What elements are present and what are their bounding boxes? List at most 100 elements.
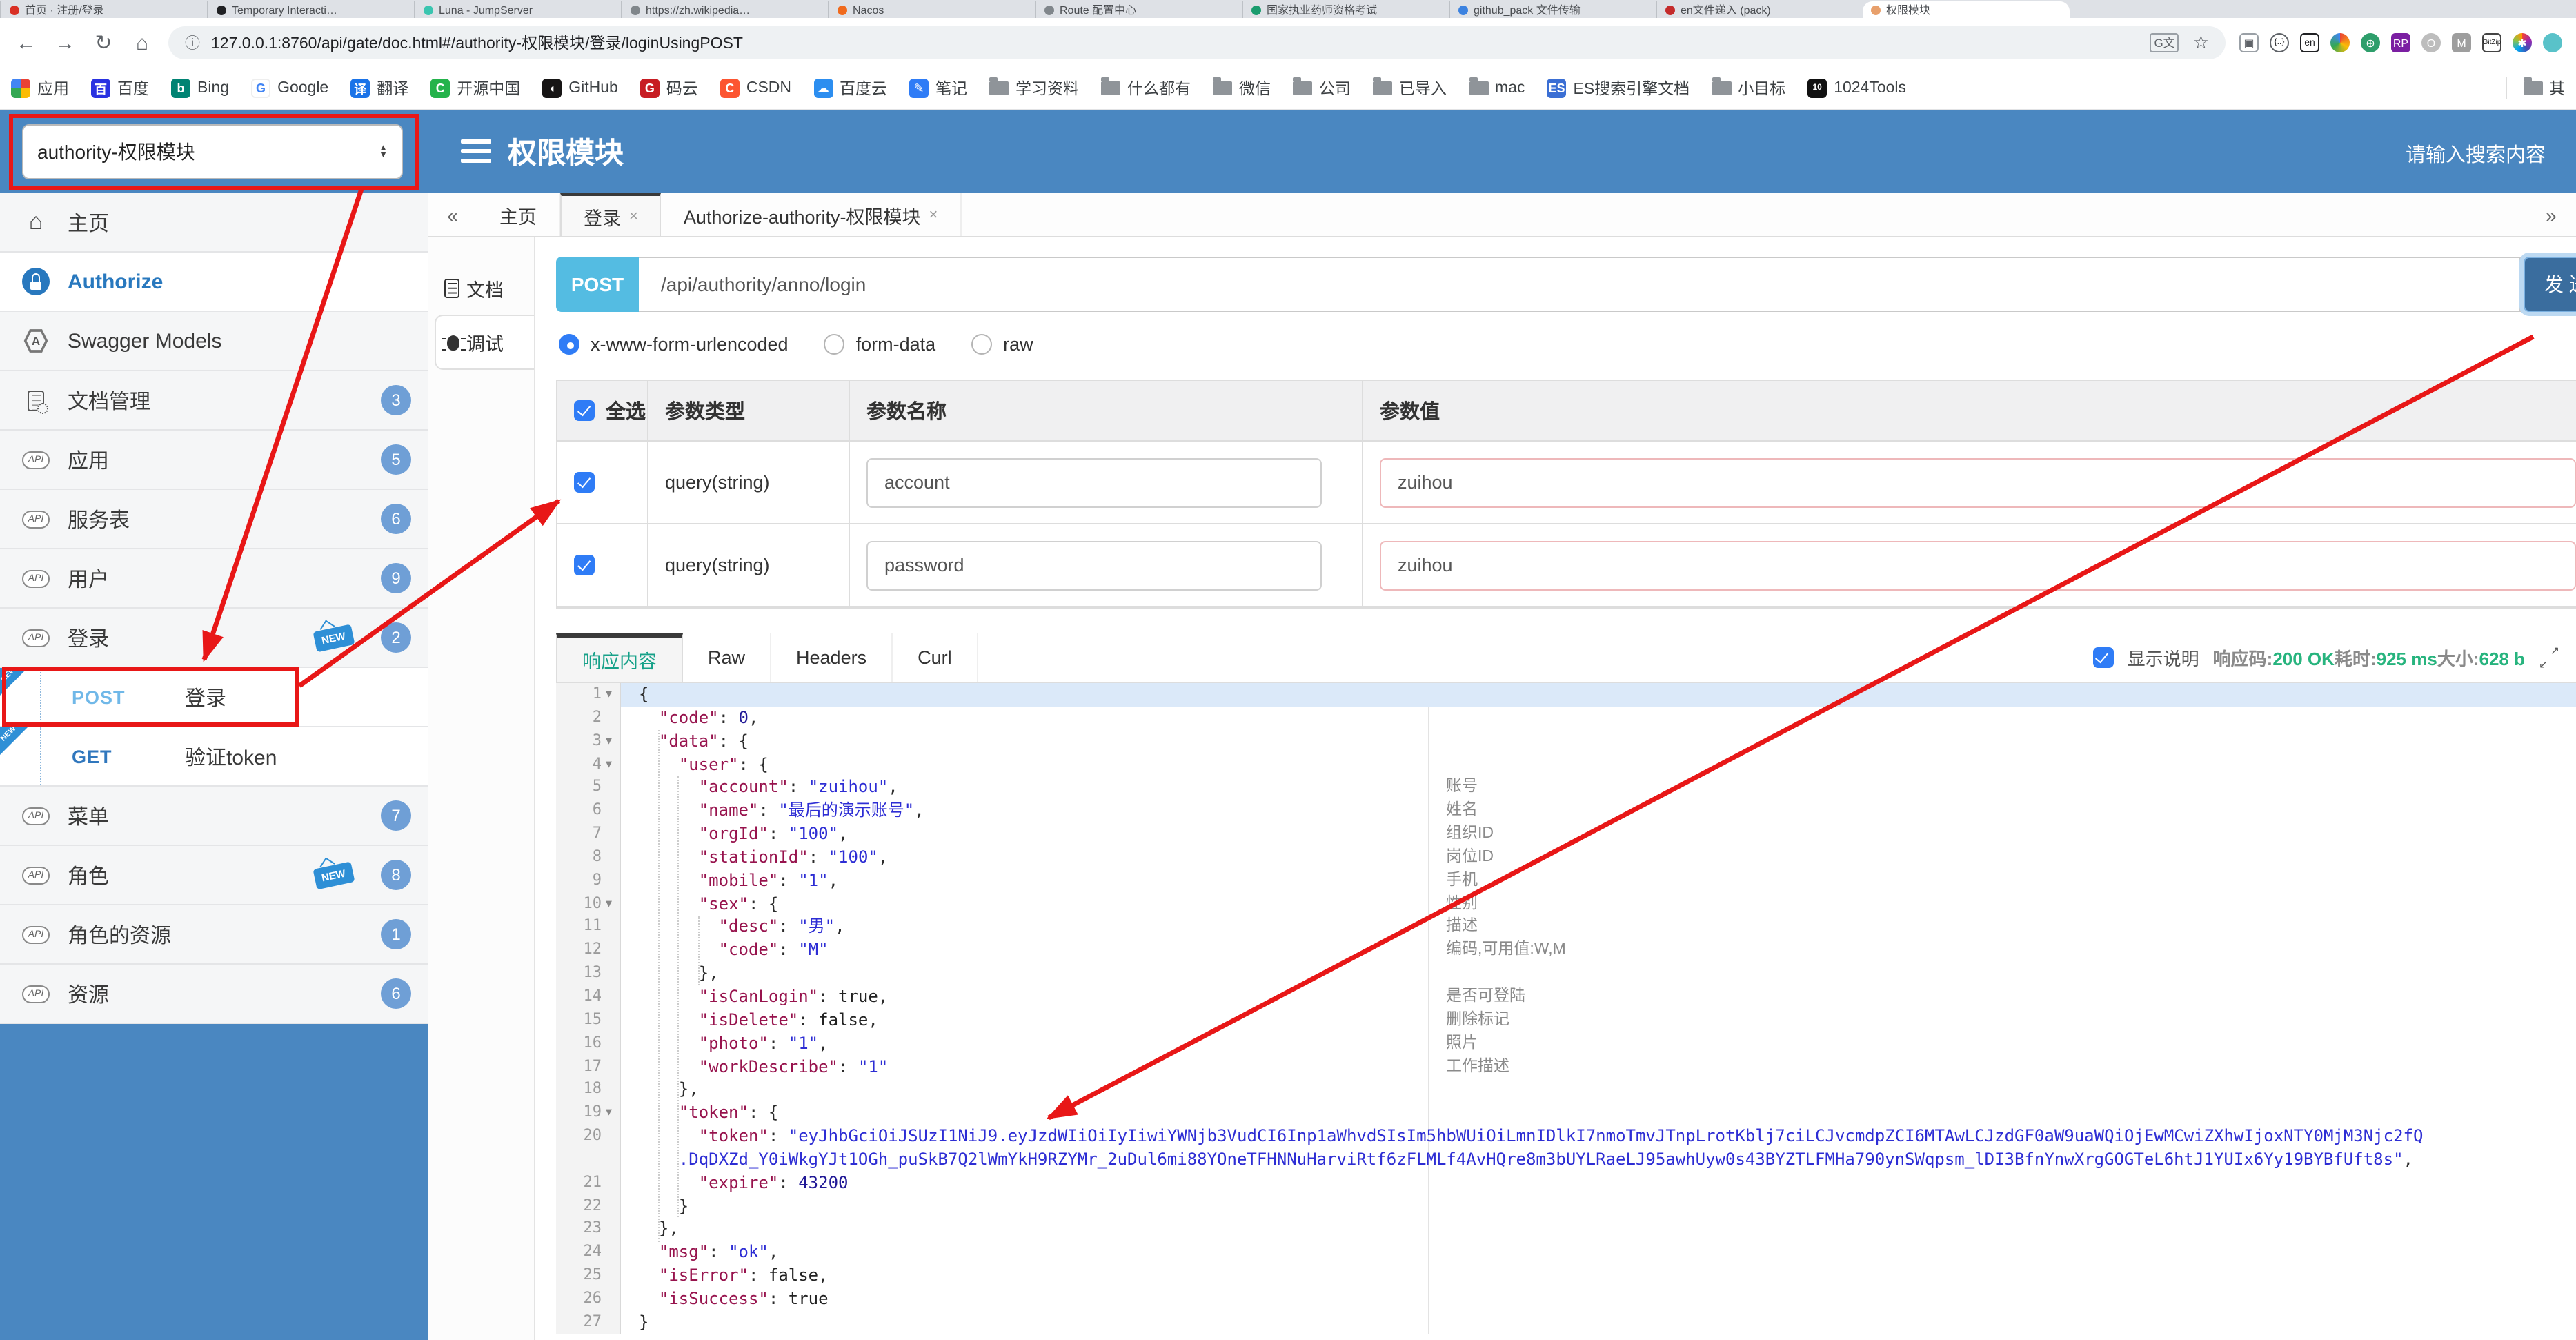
body-type-radio-raw[interactable] (971, 334, 993, 355)
param-name-input[interactable]: password (866, 540, 1322, 590)
bookmark-item[interactable]: 学习资料 (989, 77, 1079, 99)
select-all-checkbox[interactable] (574, 400, 595, 421)
expand-icon[interactable]: ↗ ↙ (2539, 644, 2559, 671)
extension-icon[interactable]: ✱ (2513, 33, 2532, 52)
sidebar-item-post-登录[interactable]: NEW POST 登录 (0, 666, 428, 727)
module-select[interactable]: authority-权限模块 ▲ ▼ (22, 124, 403, 179)
back-icon[interactable]: ← (14, 31, 39, 55)
extension-icon[interactable]: O (2421, 33, 2441, 52)
bookmark-item[interactable]: mac (1469, 77, 1525, 97)
workspace-tab-主页[interactable]: 主页 (477, 193, 560, 236)
body-type-radio-x-www-form-urlencoded[interactable] (559, 334, 579, 355)
param-checkbox[interactable] (574, 472, 595, 493)
sidebar-item-主页[interactable]: ⌂ 主页 (0, 193, 428, 253)
bookmark-item[interactable]: 10 1024Tools (1807, 79, 1906, 98)
page-info-icon[interactable]: ⓘ (185, 32, 200, 54)
response-tab-Headers[interactable]: Headers (771, 633, 893, 682)
sidebar-item-Authorize[interactable]: Authorize (0, 253, 428, 312)
bookmark-item[interactable]: 微信 (1213, 77, 1271, 99)
other-bookmarks[interactable]: 其 (2505, 77, 2565, 99)
browser-tab[interactable]: Route 配置中心 (1035, 1, 1242, 18)
sidebar-item-角色的资源[interactable]: API 角色的资源 1 (0, 905, 428, 965)
show-desc-checkbox[interactable] (2092, 647, 2114, 668)
close-tab-icon[interactable]: × (629, 208, 638, 224)
workspace-tab-Authorize-authority-权限模块[interactable]: Authorize-authority-权限模块 × (662, 193, 962, 236)
doc-sidebar-tab-文档[interactable]: 文档 (428, 262, 534, 315)
browser-tab[interactable]: en文件递入 (pack) (1656, 1, 1863, 18)
bookmark-star-icon[interactable]: ☆ (2193, 32, 2209, 54)
home-icon[interactable]: ⌂ (130, 31, 155, 55)
bookmark-item[interactable]: 百百度 (91, 77, 149, 99)
translate-icon[interactable]: G文 (2150, 33, 2179, 52)
workspace-tab-登录[interactable]: 登录 × (560, 193, 662, 236)
header-search-input[interactable]: 请输入搜索内容 (2406, 139, 2546, 168)
bookmark-item[interactable]: ES ES搜索引擎文档 (1547, 77, 1690, 99)
sidebar-item-菜单[interactable]: API 菜单 7 (0, 787, 428, 846)
fold-arrow-icon[interactable]: ▼ (606, 892, 612, 916)
browser-tab[interactable]: Temporary Interacti… (207, 1, 414, 18)
response-tab-Curl[interactable]: Curl (893, 633, 978, 682)
send-button[interactable]: 发送 (2524, 257, 2576, 312)
bookmark-item[interactable]: 译翻译 (350, 77, 408, 99)
fold-arrow-icon[interactable]: ▼ (606, 1101, 612, 1125)
bookmark-item[interactable]: G 码云 (640, 77, 698, 99)
sidebar-item-应用[interactable]: API 应用 5 (0, 431, 428, 490)
response-tab-Raw[interactable]: Raw (683, 633, 772, 682)
extension-icon[interactable]: ▣ (2239, 33, 2259, 52)
forward-icon[interactable]: → (52, 31, 77, 55)
sidebar-item-服务表[interactable]: API 服务表 6 (0, 490, 428, 549)
param-value-input[interactable]: zuihou (1380, 540, 2576, 590)
sidebar-item-Swagger Models[interactable]: Swagger Models (0, 312, 428, 371)
browser-tab[interactable]: 权限模块 (1863, 1, 2070, 18)
bookmark-item[interactable]: ✎ 笔记 (909, 77, 967, 99)
bookmark-item[interactable]: 什么都有 (1101, 77, 1191, 99)
param-name-input[interactable]: account (866, 457, 1322, 507)
gitzip-extension-icon[interactable]: GitZip (2482, 33, 2501, 52)
param-value-input[interactable]: zuihou (1380, 457, 2576, 507)
request-url-input[interactable]: /api/authority/anno/login (639, 257, 2521, 312)
profile-avatar[interactable] (2543, 33, 2562, 52)
bookmark-item[interactable]: 公司 (1293, 77, 1351, 99)
response-tab-响应内容[interactable]: 响应内容 (556, 633, 683, 682)
doc-sidebar-tab-调试[interactable]: 调试 (435, 315, 534, 370)
browser-tab[interactable]: 首页 · 注册/登录 (0, 1, 207, 18)
fold-arrow-icon[interactable]: ▼ (606, 683, 612, 707)
extension-icon[interactable]: RP (2391, 33, 2410, 52)
sidebar-item-get-验证token[interactable]: NEW GET 验证token (0, 725, 428, 787)
fold-arrow-icon[interactable]: ▼ (606, 753, 612, 776)
code-line: 14 "isCanLogin": true, 是否可登陆 (556, 985, 2576, 1009)
bookmark-item[interactable]: 应用 (11, 77, 69, 99)
sidebar-item-文档管理[interactable]: 文档管理 3 (0, 371, 428, 431)
extension-icon[interactable] (2330, 33, 2350, 52)
browser-tab[interactable]: https://zh.wikipedia… (621, 1, 828, 18)
extension-icon[interactable]: en (2300, 33, 2319, 52)
browser-tab[interactable]: Nacos (828, 1, 1035, 18)
bookmark-item[interactable]: G Google (251, 79, 328, 98)
extension-icon[interactable]: ⊕ (2361, 33, 2380, 52)
bookmark-item[interactable]: ☁ 百度云 (813, 77, 887, 99)
bookmark-item[interactable]: C 开源中国 (430, 77, 520, 99)
body-type-radio-form-data[interactable] (824, 334, 845, 355)
bookmark-item[interactable]: C CSDN (720, 79, 791, 98)
close-tab-icon[interactable]: × (929, 206, 938, 223)
sidebar-item-角色[interactable]: API 角色 NEW 8 (0, 846, 428, 905)
menu-toggle-icon[interactable] (461, 134, 491, 168)
sidebar-item-资源[interactable]: API 资源 6 (0, 965, 428, 1024)
bookmark-item[interactable]: 已导入 (1373, 77, 1447, 99)
bookmark-item[interactable]: b Bing (171, 79, 229, 98)
browser-tab[interactable]: Luna - JumpServer (414, 1, 621, 18)
bookmark-item[interactable]: 小目标 (1712, 77, 1785, 99)
fold-arrow-icon[interactable]: ▼ (606, 729, 612, 753)
extension-icon[interactable]: {..} (2270, 33, 2289, 52)
browser-tab[interactable]: 国家执业药师资格考试 (1242, 1, 1449, 18)
reload-icon[interactable]: ↻ (91, 30, 116, 55)
extension-icon[interactable]: M (2452, 33, 2471, 52)
sidebar-item-登录[interactable]: API 登录 NEW 2 (0, 609, 428, 668)
collapse-tabs-icon[interactable]: « (428, 193, 477, 236)
expand-tabs-icon[interactable]: » (2526, 193, 2576, 236)
sidebar-item-用户[interactable]: API 用户 9 (0, 549, 428, 609)
param-checkbox[interactable] (574, 555, 595, 575)
browser-tab[interactable]: github_pack 文件传输 (1449, 1, 1656, 18)
address-bar[interactable]: ⓘ 127.0.0.1:8760/api/gate/doc.html#/auth… (168, 26, 2226, 59)
bookmark-item[interactable]: ◖ GitHub (542, 79, 618, 98)
